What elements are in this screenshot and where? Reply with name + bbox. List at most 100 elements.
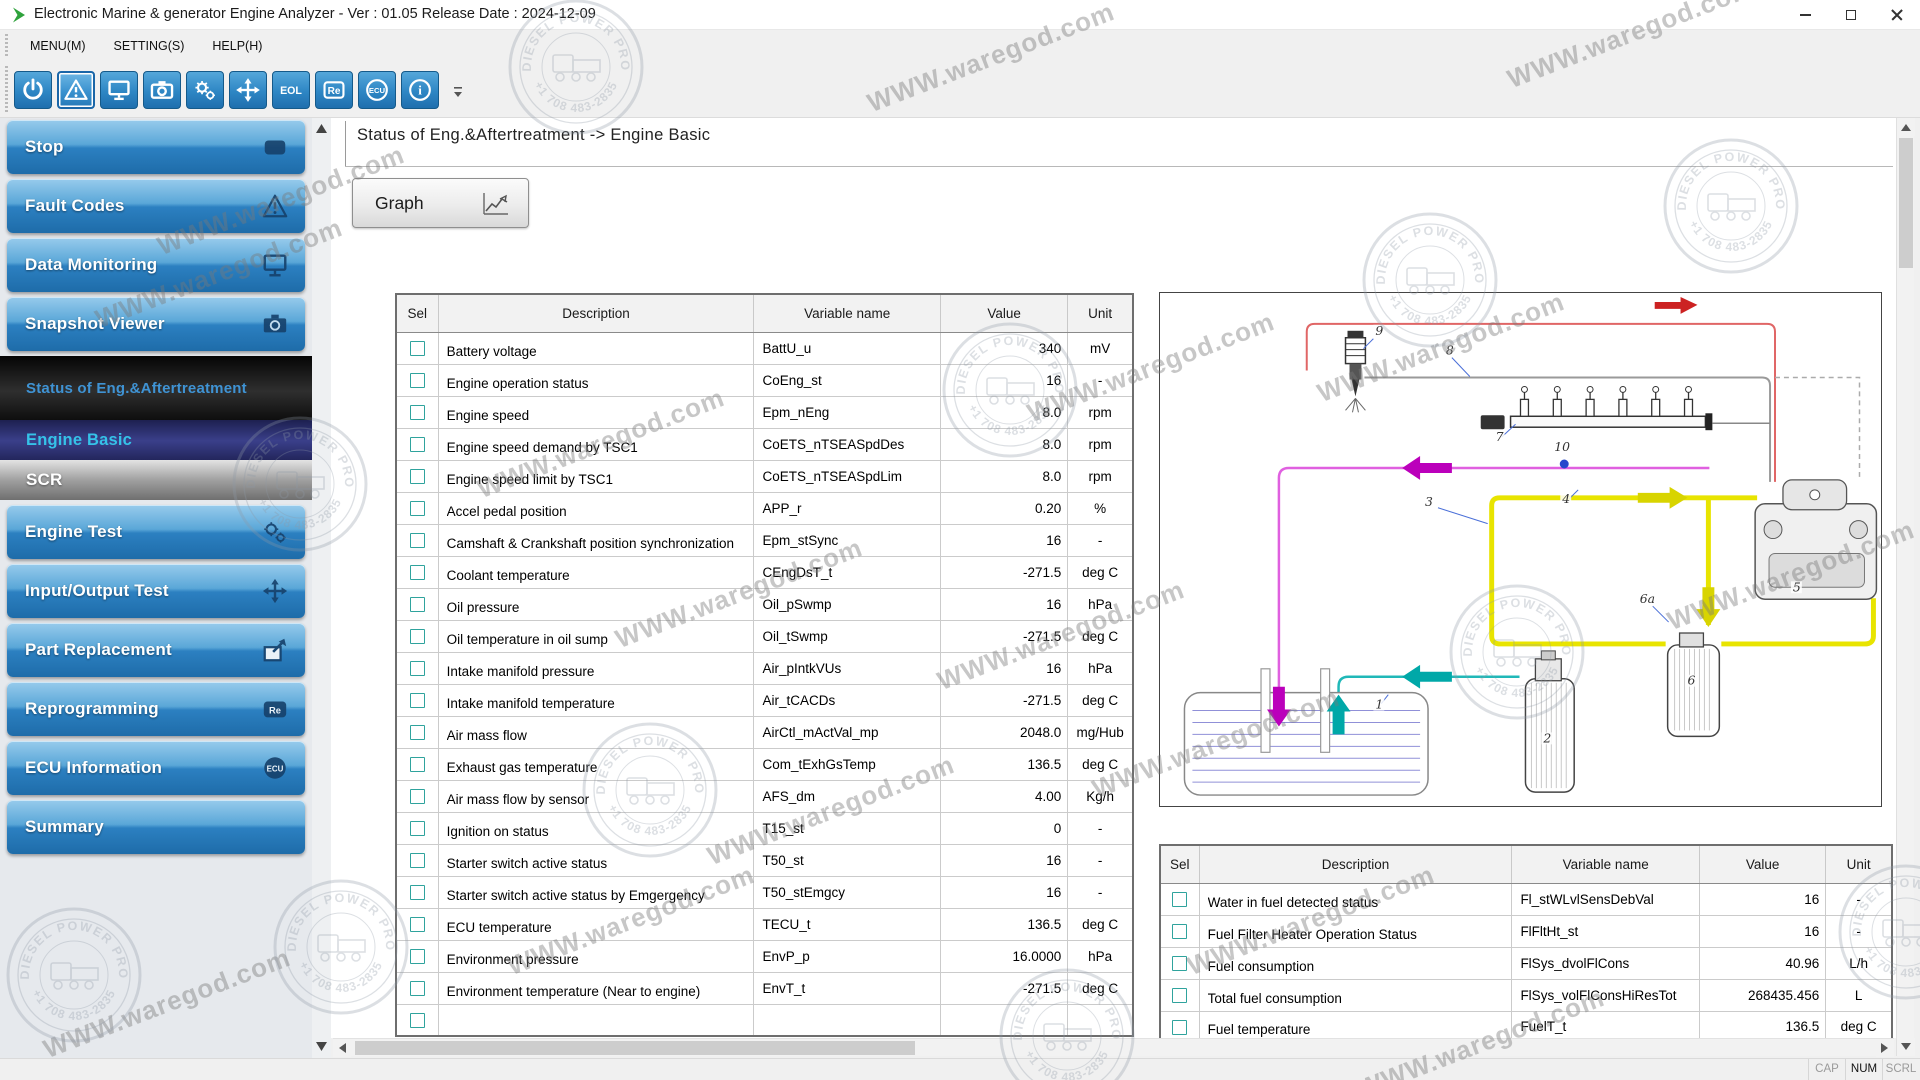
row-checkbox[interactable]	[410, 885, 425, 900]
sidebar-item-reprogramming[interactable]: ReprogrammingRe	[7, 682, 305, 736]
sidebar-item-fault-codes[interactable]: Fault Codes	[7, 179, 305, 233]
sidebar-item-scr[interactable]: SCR	[0, 460, 312, 500]
row-checkbox[interactable]	[410, 341, 425, 356]
row-checkbox[interactable]	[410, 405, 425, 420]
table-row[interactable]: Accel pedal positionAPP_r0.20%	[396, 492, 1133, 524]
graph-button[interactable]: Graph	[352, 178, 529, 228]
table-row[interactable]: Camshaft & Crankshaft position synchroni…	[396, 524, 1133, 556]
table-row[interactable]: Engine speed demand by TSC1CoETS_nTSEASp…	[396, 428, 1133, 460]
table-row[interactable]: Coolant temperatureCEngDsT_t-271.5deg C	[396, 556, 1133, 588]
scroll-left-button[interactable]	[333, 1039, 351, 1057]
sidebar-item-engine-basic[interactable]: Engine Basic	[0, 420, 312, 460]
row-checkbox[interactable]	[410, 949, 425, 964]
sidebar-item-label: Fault Codes	[25, 196, 125, 216]
horizontal-scroll-thumb[interactable]	[355, 1041, 915, 1055]
minimize-button[interactable]	[1782, 0, 1828, 30]
vertical-scroll-thumb[interactable]	[1899, 138, 1913, 268]
unit-cell: hPa	[1068, 652, 1133, 684]
table-row[interactable]: Oil pressureOil_pSwmp16hPa	[396, 588, 1133, 620]
sidebar-item-part-replacement[interactable]: Part Replacement	[7, 623, 305, 677]
sidebar-item-snapshot-viewer[interactable]: Snapshot Viewer	[7, 297, 305, 351]
table-row[interactable]: Environment temperature (Near to engine)…	[396, 972, 1133, 1004]
toolbar-camera-icon[interactable]	[143, 71, 181, 109]
table-row[interactable]: Environment pressureEnvP_p16.0000hPa	[396, 940, 1133, 972]
row-checkbox[interactable]	[1172, 892, 1187, 907]
row-checkbox[interactable]	[410, 373, 425, 388]
table-row[interactable]	[396, 1004, 1133, 1036]
row-checkbox[interactable]	[410, 597, 425, 612]
toolbar-reprogram-icon[interactable]: Re	[315, 71, 353, 109]
row-checkbox[interactable]	[410, 789, 425, 804]
toolbar-move-icon[interactable]	[229, 71, 267, 109]
row-checkbox[interactable]	[410, 565, 425, 580]
toolbar-ecu-icon[interactable]: ECU	[358, 71, 396, 109]
table-row[interactable]: Air mass flowAirCtl_mActVal_mp2048.0mg/H…	[396, 716, 1133, 748]
sidebar-item-engine-test[interactable]: Engine Test	[7, 505, 305, 559]
row-checkbox[interactable]	[410, 501, 425, 516]
table-row[interactable]: Air mass flow by sensorAFS_dm4.00Kg/h	[396, 780, 1133, 812]
table-row[interactable]: Engine speed limit by TSC1CoETS_nTSEASpd…	[396, 460, 1133, 492]
sidebar-item-stop[interactable]: Stop	[7, 120, 305, 174]
toolbar-eol-icon[interactable]: EOL	[272, 71, 310, 109]
table-row[interactable]: Total fuel consumptionFlSys_volFlConsHiR…	[1160, 979, 1892, 1011]
table-row[interactable]: Fuel Filter Heater Operation StatusFlFlt…	[1160, 915, 1892, 947]
description-cell: Engine speed demand by TSC1	[438, 428, 754, 460]
scroll-up-button[interactable]	[1897, 118, 1915, 136]
menu-item-menu-m[interactable]: MENU(M)	[16, 30, 100, 62]
sidebar-item-data-monitoring[interactable]: Data Monitoring	[7, 238, 305, 292]
table-row[interactable]: Intake manifold pressureAir_pIntkVUs16hP…	[396, 652, 1133, 684]
row-checkbox[interactable]	[410, 725, 425, 740]
sidebar-scroll-down-button[interactable]	[313, 1038, 330, 1054]
menu-item-help-h[interactable]: HELP(H)	[198, 30, 276, 62]
table-row[interactable]: Engine operation statusCoEng_st16-	[396, 364, 1133, 396]
row-checkbox[interactable]	[1172, 988, 1187, 1003]
row-checkbox[interactable]	[410, 981, 425, 996]
sidebar-scroll-up-button[interactable]	[313, 120, 330, 136]
sidebar-item-ecu-information[interactable]: ECU InformationECU	[7, 741, 305, 795]
toolbar-info-icon[interactable]: i	[401, 71, 439, 109]
sidebar-item-status-of-eng-aftertreatment[interactable]: Status of Eng.&Aftertreatment	[0, 356, 312, 420]
row-checkbox[interactable]	[410, 437, 425, 452]
table-row[interactable]: Ignition on statusT15_st0-	[396, 812, 1133, 844]
row-checkbox[interactable]	[410, 469, 425, 484]
toolbar-overflow-button[interactable]	[452, 86, 466, 102]
table-row[interactable]: Oil temperature in oil sumpOil_tSwmp-271…	[396, 620, 1133, 652]
table-row[interactable]: Exhaust gas temperatureCom_tExhGsTemp136…	[396, 748, 1133, 780]
row-checkbox[interactable]	[410, 757, 425, 772]
scroll-right-button[interactable]	[1876, 1039, 1894, 1057]
row-checkbox[interactable]	[410, 661, 425, 676]
maximize-button[interactable]	[1828, 0, 1874, 30]
row-checkbox[interactable]	[410, 629, 425, 644]
table-row[interactable]: Engine speedEpm_nEng8.0rpm	[396, 396, 1133, 428]
table-row[interactable]: Fuel temperatureFuelT_t136.5deg C	[1160, 1011, 1892, 1038]
row-checkbox[interactable]	[410, 821, 425, 836]
horizontal-scrollbar[interactable]	[333, 1038, 1894, 1056]
table-row[interactable]: Water in fuel detected statusFl_stWLvlSe…	[1160, 883, 1892, 915]
sel-cell	[396, 972, 438, 1004]
table-row[interactable]: Intake manifold temperatureAir_tCACDs-27…	[396, 684, 1133, 716]
table-row[interactable]: ECU temperatureTECU_t136.5deg C	[396, 908, 1133, 940]
menu-item-setting-s[interactable]: SETTING(S)	[100, 30, 199, 62]
scroll-down-button[interactable]	[1897, 1038, 1915, 1056]
table-row[interactable]: Battery voltageBattU_u340mV	[396, 332, 1133, 364]
row-checkbox[interactable]	[410, 917, 425, 932]
row-checkbox[interactable]	[1172, 924, 1187, 939]
table-row[interactable]: Starter switch active status by Emgergen…	[396, 876, 1133, 908]
row-checkbox[interactable]	[410, 533, 425, 548]
sidebar-item-input-output-test[interactable]: Input/Output Test	[7, 564, 305, 618]
row-checkbox[interactable]	[410, 693, 425, 708]
toolbar-gears-icon[interactable]	[186, 71, 224, 109]
toolbar-power-icon[interactable]	[14, 71, 52, 109]
table-row[interactable]: Fuel consumptionFlSys_dvolFlCons40.96L/h	[1160, 947, 1892, 979]
sidebar-item-summary[interactable]: Summary	[7, 800, 305, 854]
row-checkbox[interactable]	[1172, 1020, 1187, 1035]
row-checkbox[interactable]	[410, 1013, 425, 1028]
close-button[interactable]	[1874, 0, 1920, 30]
toolbar-monitor-icon[interactable]	[100, 71, 138, 109]
vertical-scrollbar[interactable]	[1896, 118, 1914, 1056]
row-checkbox[interactable]	[410, 853, 425, 868]
toolbar-alert-icon[interactable]	[57, 71, 95, 109]
variable-cell	[754, 1004, 941, 1036]
table-row[interactable]: Starter switch active statusT50_st16-	[396, 844, 1133, 876]
row-checkbox[interactable]	[1172, 956, 1187, 971]
